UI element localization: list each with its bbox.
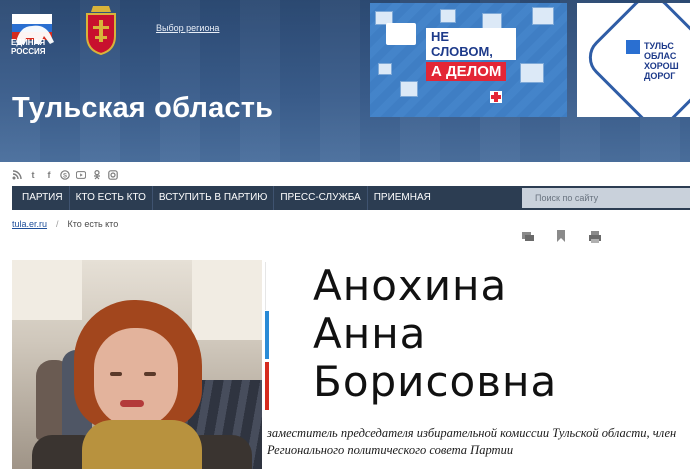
coat-of-arms-icon xyxy=(86,6,116,56)
nav-item-party[interactable]: ПАРТИЯ xyxy=(12,186,70,210)
odnoklassniki-icon[interactable] xyxy=(92,170,102,181)
comment-icon[interactable] xyxy=(521,230,535,244)
banner-good-roads[interactable]: ТУЛЬС ОБЛАС ХОРОШ ДОРОГ xyxy=(577,3,690,117)
house-icon xyxy=(532,7,554,25)
house-icon xyxy=(520,63,544,83)
bookmark-icon[interactable] xyxy=(554,229,568,243)
logo-text: ЕДИНАЯ РОССИЯ xyxy=(11,38,61,56)
banner-text-line3: ХОРОШ xyxy=(644,61,679,71)
breadcrumb-separator: / xyxy=(56,219,59,229)
accent-bar-blue xyxy=(265,311,269,359)
photo-eye xyxy=(144,372,156,376)
instagram-icon[interactable] xyxy=(108,170,118,181)
banner-party-logo-icon xyxy=(626,40,640,54)
social-links: t f S xyxy=(12,168,118,182)
banner-slogan: НЕ СЛОВОМ, А ДЕЛОМ xyxy=(426,28,516,81)
skype-icon[interactable]: S xyxy=(60,170,70,181)
banner-text-line2: ОБЛАС xyxy=(644,51,677,61)
facebook-icon[interactable]: f xyxy=(44,170,54,181)
photo-window xyxy=(12,260,82,320)
house-icon xyxy=(440,9,456,23)
youtube-icon[interactable] xyxy=(76,170,86,181)
name-first: Анна xyxy=(313,309,427,358)
house-icon xyxy=(378,63,392,75)
region-select-link[interactable]: Выбор региона xyxy=(156,23,219,33)
breadcrumb-home-link[interactable]: tula.er.ru xyxy=(12,219,47,229)
photo-window xyxy=(192,260,262,340)
svg-text:S: S xyxy=(63,174,67,180)
logo-text-line2: РОССИЯ xyxy=(11,47,46,56)
nav-item-join-party[interactable]: ВСТУПИТЬ В ПАРТИЮ xyxy=(153,186,275,210)
banner-not-words-but-deeds[interactable]: НЕ СЛОВОМ, А ДЕЛОМ xyxy=(370,3,567,117)
banner-party-logo-icon xyxy=(386,23,416,45)
slogan-line1: НЕ СЛОВОМ, xyxy=(426,28,516,60)
breadcrumb: tula.er.ru / Кто есть кто xyxy=(12,219,118,229)
site-header: ЕДИНАЯ РОССИЯ Выбор региона Тульская обл… xyxy=(0,0,690,162)
page: ЕДИНАЯ РОССИЯ Выбор региона Тульская обл… xyxy=(0,0,690,469)
search-input[interactable]: Поиск по сайту xyxy=(522,188,690,208)
photo-face xyxy=(94,328,178,428)
nav-item-reception[interactable]: ПРИЕМНАЯ xyxy=(368,186,437,210)
person-position: заместитель председателя избирательной к… xyxy=(267,426,677,457)
cross-icon xyxy=(490,91,502,103)
name-surname: Анохина xyxy=(313,261,508,310)
logo-text-line1: ЕДИНАЯ xyxy=(11,38,46,47)
photo-eye xyxy=(110,372,122,376)
person-name: Анохина Анна Борисовна xyxy=(313,262,557,406)
banner-text: ТУЛЬС ОБЛАС ХОРОШ ДОРОГ xyxy=(644,41,679,81)
house-icon xyxy=(400,81,418,97)
print-icon[interactable] xyxy=(588,230,602,244)
nav-item-press-service[interactable]: ПРЕСС-СЛУЖБА xyxy=(274,186,368,210)
photo-lips xyxy=(120,400,144,407)
house-icon xyxy=(482,13,502,29)
rss-icon[interactable] xyxy=(12,170,22,181)
banner-text-line1: ТУЛЬС xyxy=(644,41,674,51)
profile-photo xyxy=(12,260,262,469)
twitter-icon[interactable]: t xyxy=(28,170,38,181)
accent-bar-red xyxy=(265,362,269,410)
slogan-line2: А ДЕЛОМ xyxy=(426,62,507,81)
accent-bar-white xyxy=(265,262,269,310)
banner-text-line4: ДОРОГ xyxy=(644,71,676,81)
nav-item-who-is-who[interactable]: КТО ЕСТЬ КТО xyxy=(70,186,153,210)
name-patronymic: Борисовна xyxy=(313,357,558,406)
photo-scarf xyxy=(82,420,202,469)
region-title: Тульская область xyxy=(12,92,274,124)
breadcrumb-current: Кто есть кто xyxy=(67,219,119,229)
